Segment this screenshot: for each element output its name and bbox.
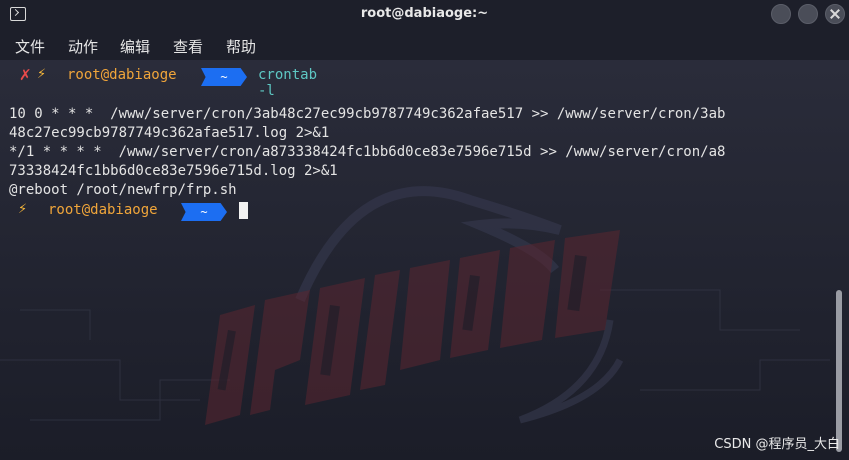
bolt-icon: ⚡ xyxy=(37,67,47,82)
menu-file[interactable]: 文件 xyxy=(15,36,45,57)
watermark: CSDN @程序员_大白 xyxy=(714,437,840,452)
text-cursor[interactable] xyxy=(239,202,248,219)
menu-actions[interactable]: 动作 xyxy=(68,36,98,57)
output-line: 48c27ec99cb9787749c362afae517.log 2>&1 xyxy=(9,125,330,141)
window-title: root@dabiaoge:~ xyxy=(360,6,489,21)
prompt-directory: ~ xyxy=(201,68,247,86)
menu-edit[interactable]: 编辑 xyxy=(120,36,150,57)
command-text: crontab -l xyxy=(258,67,318,99)
output-line: 73338424fc1bb6d0ce83e7596e715d.log 2>&1 xyxy=(9,163,338,179)
minimize-button[interactable] xyxy=(771,4,791,24)
scrollbar[interactable] xyxy=(836,290,842,452)
prompt-user: root@dabiaoge xyxy=(67,67,177,83)
prompt-directory: ~ xyxy=(181,203,227,221)
error-status-icon: ✗ xyxy=(19,66,32,84)
output-line: @reboot /root/newfrp/frp.sh xyxy=(9,182,237,198)
bolt-icon: ⚡ xyxy=(18,202,28,217)
terminal-area[interactable]: ✗ ⚡ root@dabiaoge ~ crontab -l 10 0 * * … xyxy=(0,60,849,460)
menu-bar: 文件 动作 编辑 查看 帮助 xyxy=(0,30,849,60)
maximize-button[interactable] xyxy=(798,4,818,24)
menu-view[interactable]: 查看 xyxy=(173,36,203,57)
close-button[interactable] xyxy=(825,4,845,24)
title-bar: root@dabiaoge:~ xyxy=(0,0,849,30)
prompt-user: root@dabiaoge xyxy=(48,202,158,218)
output-line: */1 * * * * /www/server/cron/a873338424f… xyxy=(9,144,726,160)
output-line: 10 0 * * * /www/server/cron/3ab48c27ec99… xyxy=(9,106,726,122)
menu-help[interactable]: 帮助 xyxy=(226,36,256,57)
